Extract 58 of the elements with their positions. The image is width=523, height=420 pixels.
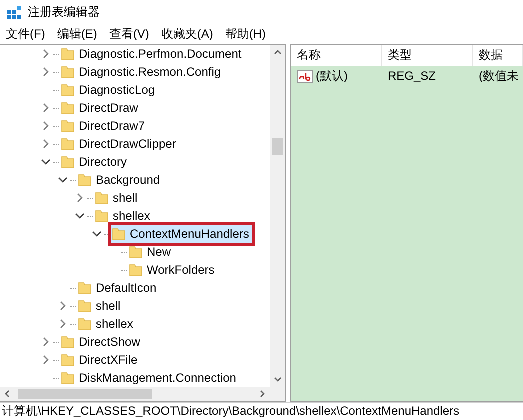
folder-icon xyxy=(61,137,75,151)
scroll-thumb[interactable] xyxy=(272,138,283,155)
menu-item[interactable]: 编辑(E) xyxy=(57,26,98,43)
folder-icon xyxy=(78,281,92,295)
vertical-scrollbar[interactable] xyxy=(270,45,285,387)
tree-node[interactable]: shellex xyxy=(94,207,154,225)
folder-icon xyxy=(61,335,75,349)
folder-icon xyxy=(61,119,75,133)
tree-node[interactable]: Diagnostic.Resmon.Config xyxy=(60,63,224,81)
scroll-up-icon[interactable] xyxy=(274,48,282,56)
value-type: REG_SZ xyxy=(388,69,436,83)
tree-node[interactable]: Background xyxy=(77,171,164,189)
tree-node[interactable]: Directory xyxy=(60,153,130,171)
menu-item[interactable]: 帮助(H) xyxy=(225,26,266,43)
folder-icon xyxy=(78,173,92,187)
tree-node[interactable]: DirectDraw xyxy=(60,99,142,117)
string-value-icon xyxy=(297,70,313,82)
scroll-left-icon[interactable] xyxy=(3,390,11,398)
folder-icon xyxy=(61,65,75,79)
tree-node[interactable]: ContextMenuHandlers xyxy=(111,225,252,243)
tree-node[interactable]: DirectDrawClipper xyxy=(60,135,180,153)
folder-icon xyxy=(78,317,92,331)
folder-icon xyxy=(95,209,109,223)
folder-icon xyxy=(129,263,143,277)
value-data: (数值未 xyxy=(479,68,519,84)
value-name: (默认) xyxy=(316,68,348,84)
tree-node[interactable]: shellex xyxy=(77,315,136,333)
folder-icon xyxy=(61,101,75,115)
folder-icon xyxy=(95,191,109,205)
tree-node[interactable]: New xyxy=(128,243,174,261)
tree-node[interactable]: DiskManagement.Connection xyxy=(60,369,240,387)
tree-node[interactable]: DefaultIcon xyxy=(77,279,160,297)
registry-app-icon xyxy=(6,4,22,20)
folder-icon xyxy=(61,83,75,97)
tree-node[interactable]: DirectShow xyxy=(60,333,144,351)
tree-node[interactable]: DirectXFile xyxy=(60,351,141,369)
menu-item[interactable]: 收藏夹(A) xyxy=(161,26,214,43)
menu-item[interactable]: 文件(F) xyxy=(6,26,46,43)
folder-icon xyxy=(129,245,143,259)
menu-item[interactable]: 查看(V) xyxy=(109,26,150,43)
folder-icon xyxy=(61,371,75,385)
folder-icon xyxy=(61,47,75,61)
horizontal-scrollbar[interactable] xyxy=(0,387,270,401)
scroll-right-icon[interactable] xyxy=(259,390,267,398)
tree-node[interactable]: Diagnostic.Perfmon.Document xyxy=(60,45,245,63)
window-title: 注册表编辑器 xyxy=(28,4,100,21)
status-path: 计算机\HKEY_CLASSES_ROOT\Directory\Background\shellex\ContextMenuHandlers xyxy=(2,403,460,420)
folder-icon xyxy=(78,299,92,313)
scroll-down-icon[interactable] xyxy=(274,376,282,384)
tree-node[interactable]: shell xyxy=(94,189,141,207)
tree-node[interactable]: DiagnosticLog xyxy=(60,81,158,99)
scroll-thumb[interactable] xyxy=(18,389,152,399)
tree-node[interactable]: WorkFolders xyxy=(128,261,218,279)
folder-icon xyxy=(61,155,75,169)
tree-node[interactable]: shell xyxy=(77,297,124,315)
folder-icon xyxy=(61,353,75,367)
folder-icon xyxy=(112,227,126,241)
tree-node[interactable]: DirectDraw7 xyxy=(60,117,148,135)
